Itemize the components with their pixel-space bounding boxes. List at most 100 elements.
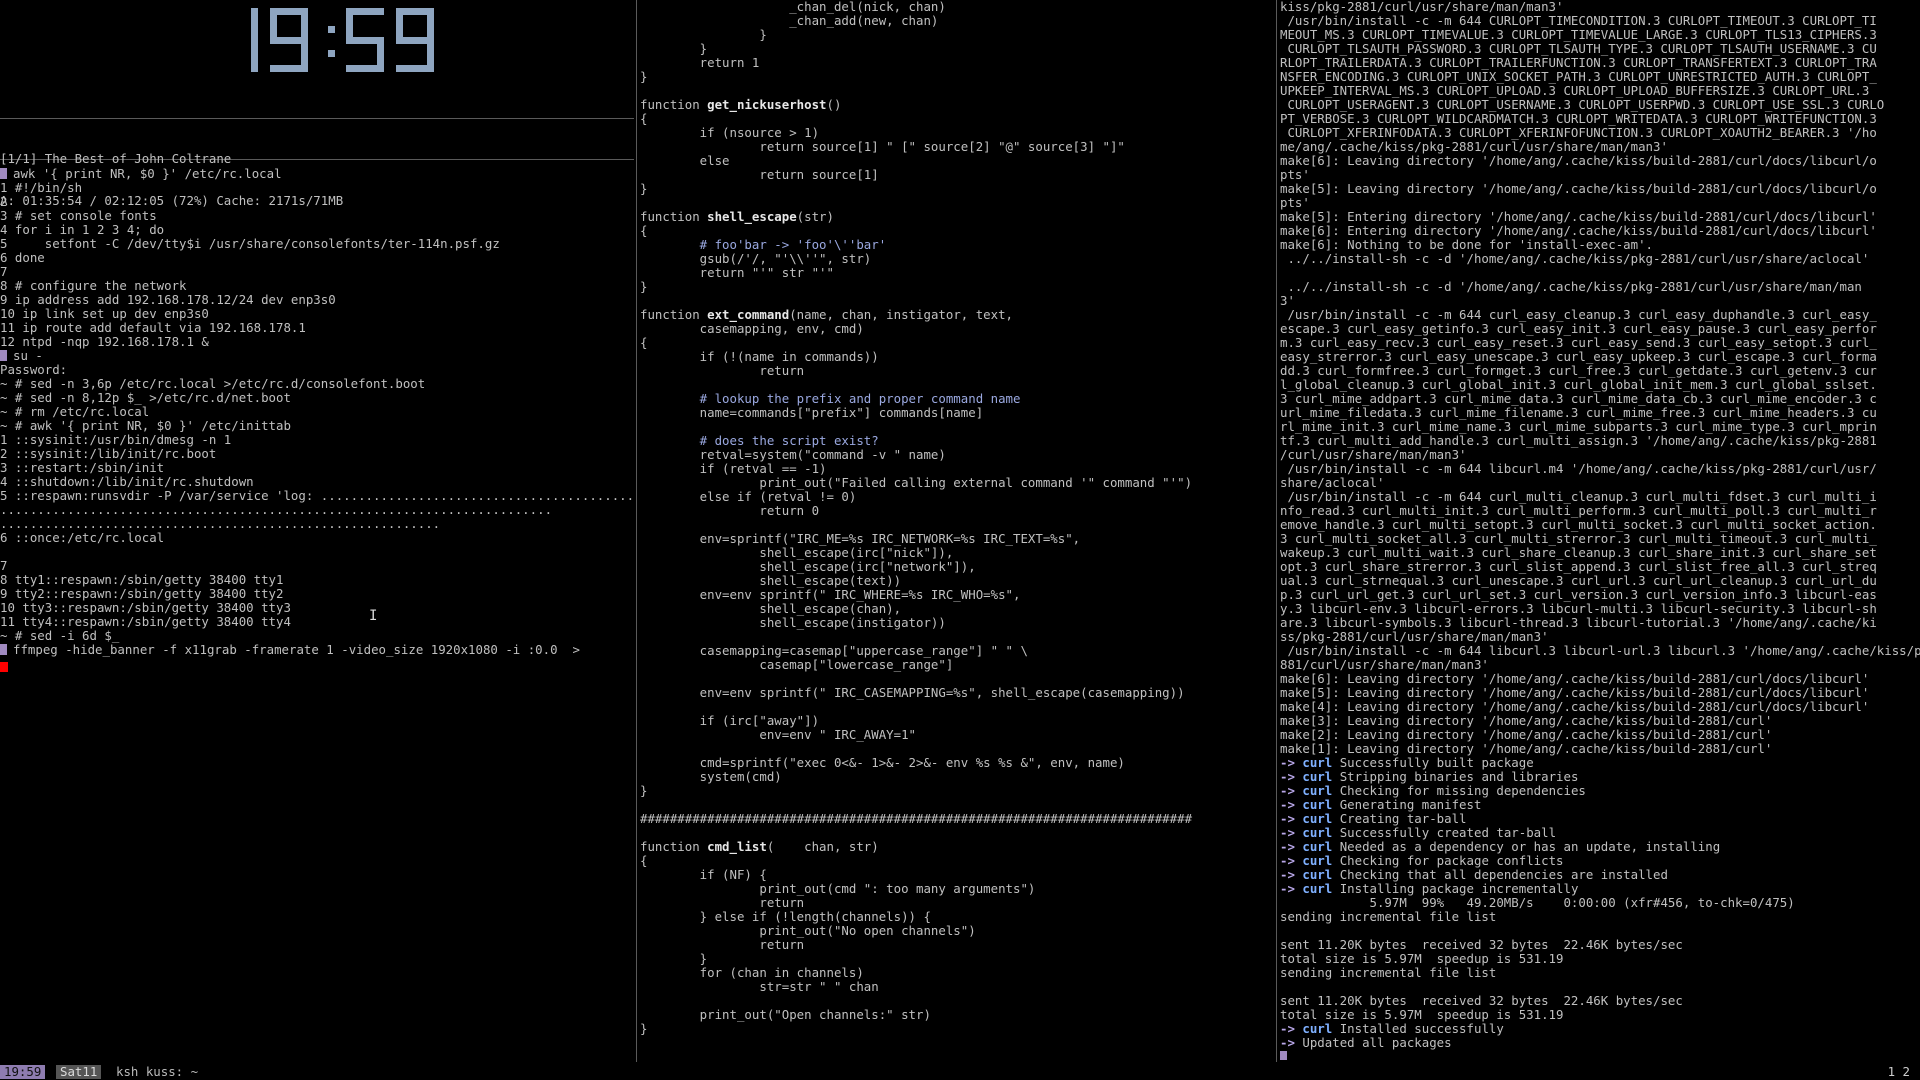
build-line: /usr/bin/install -c -m 644 libcurl.3 lib… <box>1280 643 1920 658</box>
build-line: make[6]: Entering directory '/home/ang/.… <box>1280 223 1877 238</box>
code-line: system(cmd) <box>640 769 782 784</box>
terminal-line: 11 tty4::respawn:/sbin/getty 38400 tty4 <box>0 615 634 629</box>
build-line: ../../install-sh -c -d '/home/ang/.cache… <box>1280 279 1862 294</box>
build-line: ../../install-sh -c -d '/home/ang/.cache… <box>1280 251 1870 266</box>
build-line: make[5]: Leaving directory '/home/ang/.c… <box>1280 685 1870 700</box>
terminal-line: 2 ::sysinit:/lib/init/rc.boot <box>0 447 634 461</box>
code-line: { <box>640 335 648 350</box>
build-line: ual.3 curl_strnequal.3 curl_unescape.3 c… <box>1280 573 1877 588</box>
code-line: function shell_escape(str) <box>640 209 834 224</box>
build-line: NSFER_ENCODING.3 CURLOPT_UNIX_SOCKET_PAT… <box>1280 69 1877 84</box>
terminal-line: ........................................… <box>0 503 634 517</box>
build-line: pts' <box>1280 167 1310 182</box>
build-line: MEOUT_MS.3 CURLOPT_TIMEVALUE.3 CURLOPT_T… <box>1280 27 1877 42</box>
code-line: _chan_add(new, chan) <box>640 13 939 28</box>
terminal-right[interactable]: kiss/pkg-2881/curl/usr/share/man/man3' /… <box>1280 0 1920 1060</box>
terminal-line: 9 ip address add 192.168.178.12/24 dev e… <box>0 293 634 307</box>
build-line: escape.3 curl_easy_getinfo.3 curl_easy_i… <box>1280 321 1877 336</box>
terminal-line: 4 ::shutdown:/lib/init/rc.shutdown <box>0 475 634 489</box>
build-line: easy_strerror.3 curl_easy_unescape.3 cur… <box>1280 349 1877 364</box>
package-name: curl <box>1302 881 1340 896</box>
build-line: make[4]: Leaving directory '/home/ang/.c… <box>1280 699 1870 714</box>
build-line: url_mime_filedata.3 curl_mime_filename.3… <box>1280 405 1877 420</box>
workspace-indicator[interactable]: 1 2 <box>1884 1065 1914 1079</box>
build-line: rl_mime_init.3 curl_mime_name.3 curl_mim… <box>1280 419 1877 434</box>
build-line: /usr/bin/install -c -m 644 libcurl.m4 '/… <box>1280 461 1877 476</box>
build-line: y.3 libcurl-env.3 libcurl-errors.3 libcu… <box>1280 601 1877 616</box>
terminal-text: 12 ntpd -nqp 192.168.178.1 & <box>0 334 209 349</box>
build-line: /curl/usr/share/man/man3' <box>1280 447 1467 462</box>
rsync-line: sending incremental file list <box>1280 965 1497 980</box>
build-line: 881/curl/usr/share/man/man3' <box>1280 657 1489 672</box>
left-terminal-output[interactable]: awk '{ print NR, $0 }' /etc/rc.local 1 #!… <box>0 167 634 657</box>
arrow-icon: -> <box>1280 853 1303 868</box>
terminal-text: 6 ::once:/etc/rc.local <box>0 530 165 545</box>
package-name: curl <box>1302 811 1340 826</box>
code-line: return 0 <box>640 503 820 518</box>
build-line: m.3 curl_easy_recv.3 curl_easy_reset.3 c… <box>1280 335 1877 350</box>
terminal-line: ........................................… <box>0 517 634 531</box>
package-name: curl <box>1302 839 1340 854</box>
terminal-text: ~ # rm /etc/rc.local <box>0 404 150 419</box>
build-line: pts' <box>1280 195 1310 210</box>
terminal-line: ~ # sed -i 6d $_ <box>0 629 634 643</box>
package-name: curl <box>1302 797 1340 812</box>
pane-divider[interactable] <box>636 0 637 1062</box>
build-line: PT_VERBOSE.3 CURLOPT_WILDCARDMATCH.3 CUR… <box>1280 111 1877 126</box>
editor-code[interactable]: _chan_del(nick, chan) _chan_add(new, cha… <box>640 0 1192 1036</box>
terminal-text: 5 setfont -C /dev/tty$i /usr/share/conso… <box>0 236 500 251</box>
code-line: shell_escape(chan), <box>640 601 902 616</box>
terminal-left[interactable]: [1/1] The Best of John Coltrane A: 01:35… <box>0 0 634 1055</box>
build-output[interactable]: kiss/pkg-2881/curl/usr/share/man/man3' /… <box>1280 0 1920 1060</box>
terminal-line: 7 <box>0 559 634 573</box>
rsync-line <box>1280 980 1920 994</box>
rsync-line: sent 11.20K bytes received 32 bytes 22.4… <box>1280 937 1683 952</box>
terminal-text: su - <box>13 348 43 363</box>
build-line: are.3 libcurl-symbols.3 libcurl-thread.3… <box>1280 615 1877 630</box>
code-line: { <box>640 223 648 238</box>
terminal-text: 1 ::sysinit:/usr/bin/dmesg -n 1 <box>0 432 232 447</box>
terminal-line: awk '{ print NR, $0 }' /etc/rc.local <box>0 167 634 181</box>
package-name: curl <box>1302 1021 1340 1036</box>
terminal-line: 3 ::restart:/sbin/init <box>0 461 634 475</box>
terminal-middle[interactable]: _chan_del(nick, chan) _chan_add(new, cha… <box>640 0 1274 1055</box>
code-line: } <box>640 27 767 42</box>
code-line: gsub(/'/, "'\\''", str) <box>640 251 872 266</box>
terminal-line: Password: <box>0 363 634 377</box>
build-line: CURLOPT_USERAGENT.3 CURLOPT_USERNAME.3 C… <box>1280 97 1885 112</box>
terminal-line: su - <box>0 349 634 363</box>
build-line: make[3]: Leaving directory '/home/ang/.c… <box>1280 713 1773 728</box>
code-line: else if (retval != 0) <box>640 489 857 504</box>
terminal-line: 4 for i in 1 2 3 4; do <box>0 223 634 237</box>
status-date[interactable]: Sat11 <box>56 1065 102 1079</box>
terminal-text: 7 <box>0 264 8 279</box>
code-line: } <box>640 69 648 84</box>
pane-divider[interactable] <box>1276 0 1277 1062</box>
terminal-line: 6 ::once:/etc/rc.local <box>0 531 634 545</box>
prompt-icon <box>0 168 7 179</box>
code-line: retval=system("command -v " name) <box>640 447 946 462</box>
arrow-icon: -> <box>1280 1021 1303 1036</box>
terminal-text: 9 ip address add 192.168.178.12/24 dev e… <box>0 292 336 307</box>
build-line: me/ang/.cache/kiss/pkg-2881/curl/usr/sha… <box>1280 139 1668 154</box>
rsync-line: total size is 5.97M speedup is 531.19 <box>1280 1007 1564 1022</box>
rsync-line: sending incremental file list <box>1280 909 1497 924</box>
build-line: CURLOPT_TLSAUTH_PASSWORD.3 CURLOPT_TLSAU… <box>1280 41 1877 56</box>
code-line: if (NF) { <box>640 867 767 882</box>
code-line: if (nsource > 1) <box>640 125 820 140</box>
code-line: } <box>640 1021 648 1036</box>
code-line: return <box>640 937 805 952</box>
terminal-text: 3 # set console fonts <box>0 208 157 223</box>
text-cursor-icon: I <box>369 608 378 624</box>
code-line: print_out("No open channels") <box>640 923 976 938</box>
build-line: 3 curl_mime_addpart.3 curl_mime_data.3 c… <box>1280 391 1877 406</box>
terminal-line: 5 setfont -C /dev/tty$i /usr/share/conso… <box>0 237 634 251</box>
code-line: return 1 <box>640 55 760 70</box>
